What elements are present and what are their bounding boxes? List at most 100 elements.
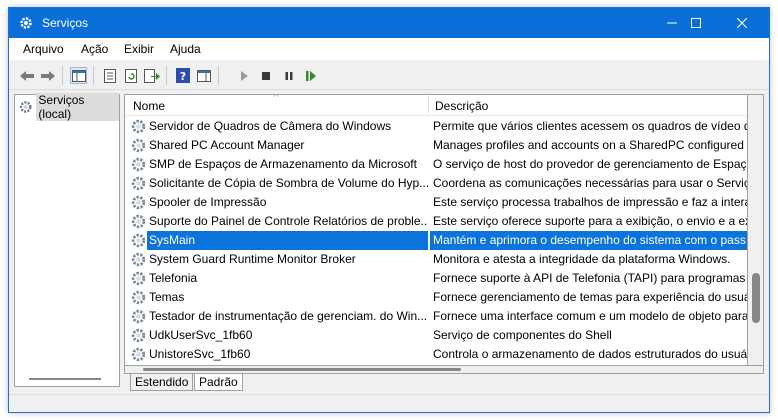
menu-acao[interactable]: Ação — [81, 42, 108, 56]
vertical-scroll-thumb[interactable] — [752, 273, 760, 323]
service-name: SysMain — [147, 231, 428, 250]
table-row[interactable]: Solicitante de Cópia de Sombra de Volume… — [125, 174, 748, 193]
restart-icon — [305, 70, 316, 81]
table-row[interactable]: Shared PC Account Manager Manages profile… — [125, 136, 748, 155]
toolbar: ? — [9, 60, 769, 90]
service-name: Spooler de Impressão — [149, 195, 267, 209]
table-row[interactable]: SysMain Mantém e aprimora o desempenho do… — [125, 231, 747, 250]
maximize-icon — [691, 18, 701, 28]
menu-arquivo[interactable]: Arquivo — [23, 42, 64, 56]
tree-scrollbar[interactable] — [29, 378, 101, 380]
back-arrow-icon — [19, 70, 34, 81]
close-icon — [737, 18, 747, 28]
service-description: Este serviço oferece suporte para a exib… — [433, 214, 748, 228]
refresh-icon — [124, 68, 137, 83]
tab-padrao[interactable]: Padrão — [194, 374, 243, 391]
service-description: Fornece uma interface comum e um modelo … — [433, 309, 748, 323]
service-name: Temas — [149, 290, 185, 304]
list-header: ^ Nome Descrição — [125, 94, 747, 116]
horizontal-scrollbar[interactable] — [124, 366, 764, 374]
title-bar[interactable]: Serviços — [9, 8, 769, 38]
action-pane-icon — [196, 69, 211, 82]
table-row[interactable]: UnistoreSvc_1fb60 Controla o armazenament… — [125, 345, 748, 364]
properties-icon — [103, 68, 116, 83]
stop-service-button[interactable] — [257, 67, 274, 84]
service-description: Monitora e atesta a integridade da plata… — [433, 252, 731, 266]
service-gear-icon — [131, 157, 146, 172]
service-name: Shared PC Account Manager — [149, 138, 305, 152]
service-gear-icon — [131, 233, 146, 248]
service-gear-icon — [131, 347, 146, 362]
service-description: Mantém e aprimora o desempenho do sistem… — [430, 231, 747, 250]
restart-service-button[interactable] — [302, 67, 319, 84]
svg-text:?: ? — [179, 70, 185, 83]
service-name: Testador de instrumentação de gerenciam.… — [149, 309, 428, 323]
service-gear-icon — [131, 214, 146, 229]
tree-item-label: Serviços (local) — [36, 93, 119, 121]
table-row[interactable]: SMP de Espaços de Armazenamento da Micro… — [125, 155, 747, 174]
refresh-button[interactable] — [122, 67, 139, 84]
console-tree[interactable]: Serviços (local) — [14, 93, 120, 387]
service-name: Suporte do Painel de Controle Relatórios… — [149, 214, 428, 228]
table-row[interactable]: System Guard Runtime Monitor Broker Monit… — [125, 250, 747, 269]
maximize-button[interactable] — [673, 8, 719, 38]
table-row[interactable]: Temas Fornece gerenciamento de temas para… — [125, 288, 748, 307]
services-list[interactable]: ^ Nome Descrição Servidor de Quadros de … — [124, 94, 748, 366]
table-row[interactable]: Suporte do Painel de Controle Relatórios… — [125, 212, 748, 231]
service-name: System Guard Runtime Monitor Broker — [149, 252, 356, 266]
forward-button[interactable] — [39, 67, 56, 84]
start-service-button[interactable] — [235, 67, 252, 84]
services-gear-icon — [19, 101, 32, 113]
show-action-pane-button[interactable] — [195, 67, 212, 84]
service-name: Servidor de Quadros de Câmera do Windows — [149, 119, 392, 133]
pause-icon — [285, 71, 292, 80]
services-window: Serviços Arquivo Ação Exibir Ajuda ? Ser… — [8, 7, 770, 413]
service-gear-icon — [131, 252, 146, 267]
table-row[interactable]: UdkUserSvc_1fb60 Serviço de componentes d… — [125, 326, 747, 345]
service-description: Fornece suporte à API de Telefonia (TAPI… — [433, 271, 748, 285]
stop-icon — [261, 71, 270, 80]
tab-estendido[interactable]: Estendido — [130, 374, 194, 391]
horizontal-scroll-thumb[interactable] — [143, 368, 461, 371]
close-button[interactable] — [719, 8, 765, 38]
forward-arrow-icon — [40, 70, 55, 81]
back-button[interactable] — [18, 67, 35, 84]
help-button[interactable]: ? — [174, 67, 191, 84]
service-gear-icon — [131, 309, 146, 324]
service-gear-icon — [131, 119, 146, 134]
service-gear-icon — [131, 290, 146, 305]
menu-exibir[interactable]: Exibir — [124, 42, 154, 56]
service-name: UnistoreSvc_1fb60 — [149, 347, 251, 361]
vertical-scrollbar[interactable] — [748, 94, 764, 366]
service-description: Serviço de componentes do Shell — [433, 328, 612, 342]
column-header-descricao[interactable]: Descrição — [435, 99, 488, 113]
table-row[interactable]: Spooler de Impressão Este serviço process… — [125, 193, 748, 212]
service-description: Coordena as comunicações necessárias par… — [433, 176, 748, 190]
service-description: Este serviço processa trabalhos de impre… — [433, 195, 748, 209]
play-icon — [240, 70, 248, 81]
service-gear-icon — [131, 328, 146, 343]
show-console-tree-button[interactable] — [70, 67, 87, 84]
view-tabs: Estendido Padrão — [124, 374, 764, 392]
pause-service-button[interactable] — [280, 67, 297, 84]
export-icon — [143, 68, 160, 83]
help-icon: ? — [175, 68, 190, 83]
sort-indicator: ^ — [274, 94, 279, 103]
export-list-button[interactable] — [143, 67, 160, 84]
service-gear-icon — [131, 176, 146, 191]
service-description: Controla o armazenamento de dados estrut… — [433, 347, 748, 361]
console-tree-icon — [71, 69, 86, 82]
table-row[interactable]: Telefonia Fornece suporte à API de Telefo… — [125, 269, 748, 288]
service-description: Manages profiles and accounts on a Share… — [433, 138, 748, 152]
tree-item-services-local[interactable]: Serviços (local) — [19, 93, 119, 121]
table-row[interactable]: Servidor de Quadros de Câmera do Windows… — [125, 117, 747, 136]
service-gear-icon — [131, 138, 146, 153]
menu-ajuda[interactable]: Ajuda — [170, 42, 201, 56]
service-name: SMP de Espaços de Armazenamento da Micro… — [149, 157, 417, 171]
table-row[interactable]: Testador de instrumentação de gerenciam.… — [125, 307, 748, 326]
service-name: Solicitante de Cópia de Sombra de Volume… — [149, 176, 428, 190]
service-description: Fornece gerenciamento de temas para expe… — [433, 290, 748, 304]
menu-bar: Arquivo Ação Exibir Ajuda — [9, 38, 769, 60]
properties-button[interactable] — [101, 67, 118, 84]
column-header-nome[interactable]: Nome — [133, 99, 165, 113]
